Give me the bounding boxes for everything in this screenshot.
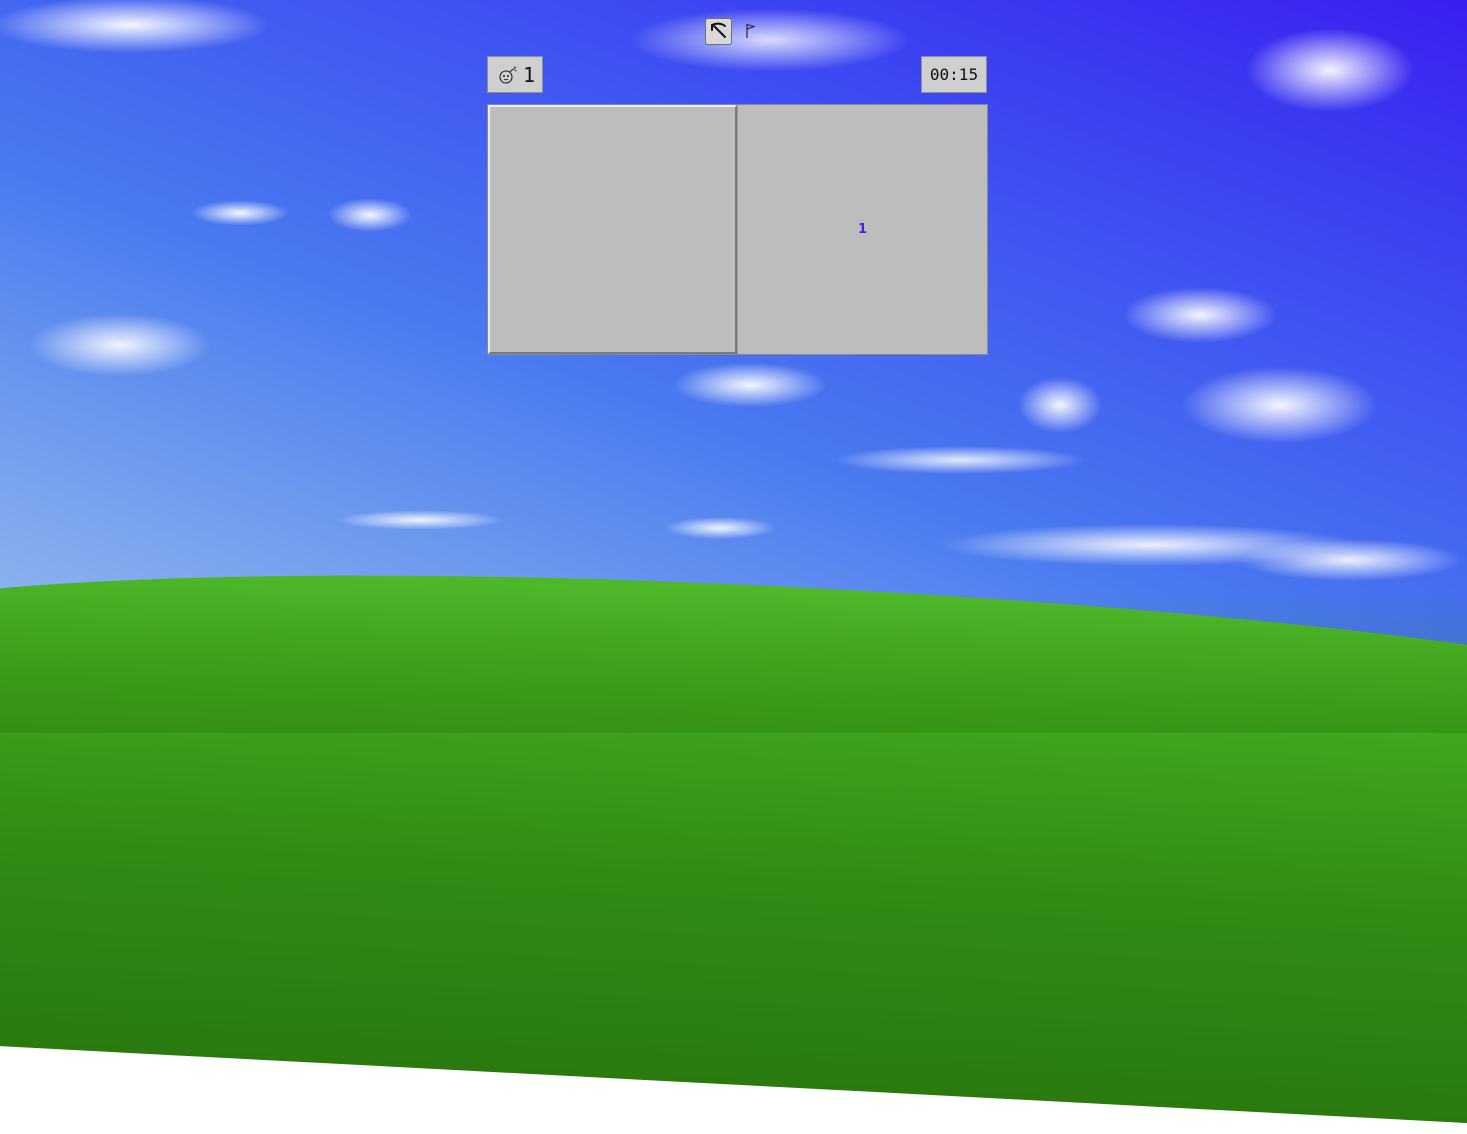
cell-revealed: 1: [737, 105, 987, 354]
mode-toolbar: [705, 17, 760, 45]
wallpaper-hill-shade: [0, 590, 1467, 733]
pickaxe-icon: [710, 22, 726, 38]
mines-remaining-counter: 1: [487, 56, 543, 93]
bomb-icon: [499, 66, 517, 84]
minefield-board: 1: [487, 104, 988, 355]
timer-display: 00:15: [921, 56, 987, 93]
cell-hidden[interactable]: [488, 105, 737, 354]
timer-value: 00:15: [929, 65, 979, 84]
cell-number: 1: [857, 222, 868, 237]
dig-mode-button[interactable]: [705, 17, 732, 45]
mines-remaining-value: 1: [523, 62, 536, 87]
flag-mode-button[interactable]: [742, 18, 760, 45]
flag-icon: [746, 24, 756, 38]
